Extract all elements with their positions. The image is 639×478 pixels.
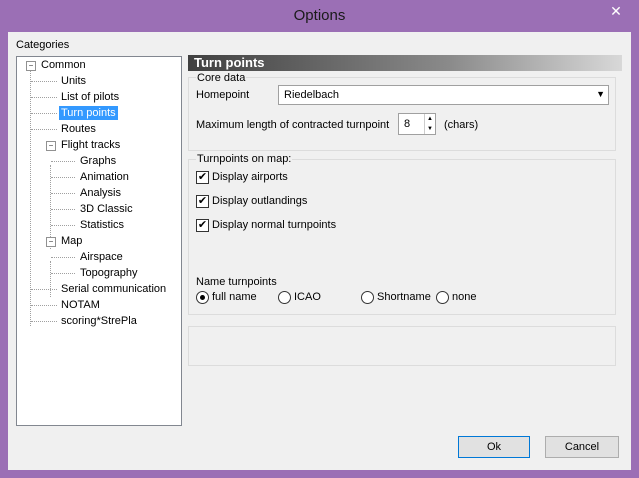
window-title: Options — [293, 7, 346, 24]
maxlen-label: Maximum length of contracted turnpoint — [196, 119, 390, 131]
core-data-title: Core data — [196, 72, 247, 84]
categories-tree[interactable]: − Common Units List of pilots Turn point… — [16, 56, 182, 426]
radio-icao-label: ICAO — [294, 291, 321, 303]
maxlen-unit: (chars) — [444, 119, 479, 131]
title-bar[interactable]: Options ✕ — [0, 0, 639, 32]
radio-none[interactable] — [436, 291, 449, 304]
display-outlandings-checkbox[interactable]: ✔ — [196, 195, 209, 208]
chevron-down-icon[interactable]: ▼ — [596, 89, 605, 99]
tree-line — [51, 193, 75, 194]
dialog-body: Categories − Common Units List of pilots… — [8, 32, 631, 470]
tree-line — [31, 321, 57, 322]
collapse-flight-tracks-icon[interactable]: − — [46, 141, 56, 151]
tree-line — [51, 225, 75, 226]
tree-item-3d-classic[interactable]: 3D Classic — [80, 202, 133, 216]
ok-button[interactable]: Ok — [458, 436, 530, 458]
tree-line — [31, 113, 57, 114]
display-airports-checkbox[interactable]: ✔ — [196, 171, 209, 184]
categories-label: Categories — [16, 39, 70, 51]
radio-icao[interactable] — [278, 291, 291, 304]
tree-line — [31, 305, 57, 306]
collapse-common-icon[interactable]: − — [26, 61, 36, 71]
cancel-button[interactable]: Cancel — [545, 436, 619, 458]
tree-item-serial-communication[interactable]: Serial communication — [61, 282, 166, 296]
tree-item-scoring[interactable]: scoring*StrePla — [61, 314, 137, 328]
tree-item-routes[interactable]: Routes — [61, 122, 96, 136]
tree-item-list-of-pilots[interactable]: List of pilots — [61, 90, 119, 104]
radio-shortname-label: Shortname — [377, 291, 431, 303]
turnpoints-on-map-title: Turnpoints on map: — [196, 153, 293, 165]
tree-line — [51, 177, 75, 178]
name-turnpoints-label: Name turnpoints — [196, 276, 277, 288]
homepoint-value: Riedelbach — [284, 89, 340, 101]
tree-line — [51, 209, 75, 210]
radio-none-label: none — [452, 291, 477, 303]
empty-group — [188, 326, 616, 366]
collapse-map-icon[interactable]: − — [46, 237, 56, 247]
tree-item-map[interactable]: Map — [61, 234, 82, 248]
tree-line — [50, 261, 51, 297]
display-airports-label: Display airports — [212, 171, 288, 183]
display-normal-turnpoints-checkbox[interactable]: ✔ — [196, 219, 209, 232]
tree-item-notam[interactable]: NOTAM — [61, 298, 100, 312]
tree-item-airspace[interactable]: Airspace — [80, 250, 123, 264]
homepoint-label: Homepoint — [196, 89, 250, 101]
radio-full-name-label: full name — [212, 291, 257, 303]
tree-item-statistics[interactable]: Statistics — [80, 218, 124, 232]
spin-arrows-icon[interactable]: ▲ ▼ — [424, 114, 435, 134]
tree-line — [31, 129, 57, 130]
tree-line — [30, 69, 31, 326]
tree-item-units[interactable]: Units — [61, 74, 86, 88]
tree-item-flight-tracks[interactable]: Flight tracks — [61, 138, 120, 152]
close-icon[interactable]: ✕ — [599, 0, 633, 22]
maxlen-value: 8 — [404, 118, 411, 130]
maxlen-stepper[interactable]: 8 ▲ ▼ — [398, 113, 436, 135]
tree-item-analysis[interactable]: Analysis — [80, 186, 121, 200]
tree-line — [31, 289, 57, 290]
options-dialog: Options ✕ Categories − Common Units List… — [0, 0, 639, 478]
display-normal-turnpoints-label: Display normal turnpoints — [212, 219, 337, 231]
tree-item-topography[interactable]: Topography — [80, 266, 138, 280]
tree-item-graphs[interactable]: Graphs — [80, 154, 116, 168]
tree-line — [51, 161, 75, 162]
panel-header: Turn points — [188, 55, 622, 71]
tree-line — [51, 257, 75, 258]
tree-line — [31, 81, 57, 82]
radio-full-name[interactable] — [196, 291, 209, 304]
homepoint-select[interactable]: Riedelbach ▼ — [278, 85, 609, 105]
radio-shortname[interactable] — [361, 291, 374, 304]
tree-item-turn-points[interactable]: Turn points — [59, 106, 118, 120]
tree-line — [51, 273, 75, 274]
tree-item-animation[interactable]: Animation — [80, 170, 129, 184]
tree-line — [31, 97, 57, 98]
display-outlandings-label: Display outlandings — [212, 195, 308, 207]
tree-item-common[interactable]: Common — [41, 58, 86, 72]
